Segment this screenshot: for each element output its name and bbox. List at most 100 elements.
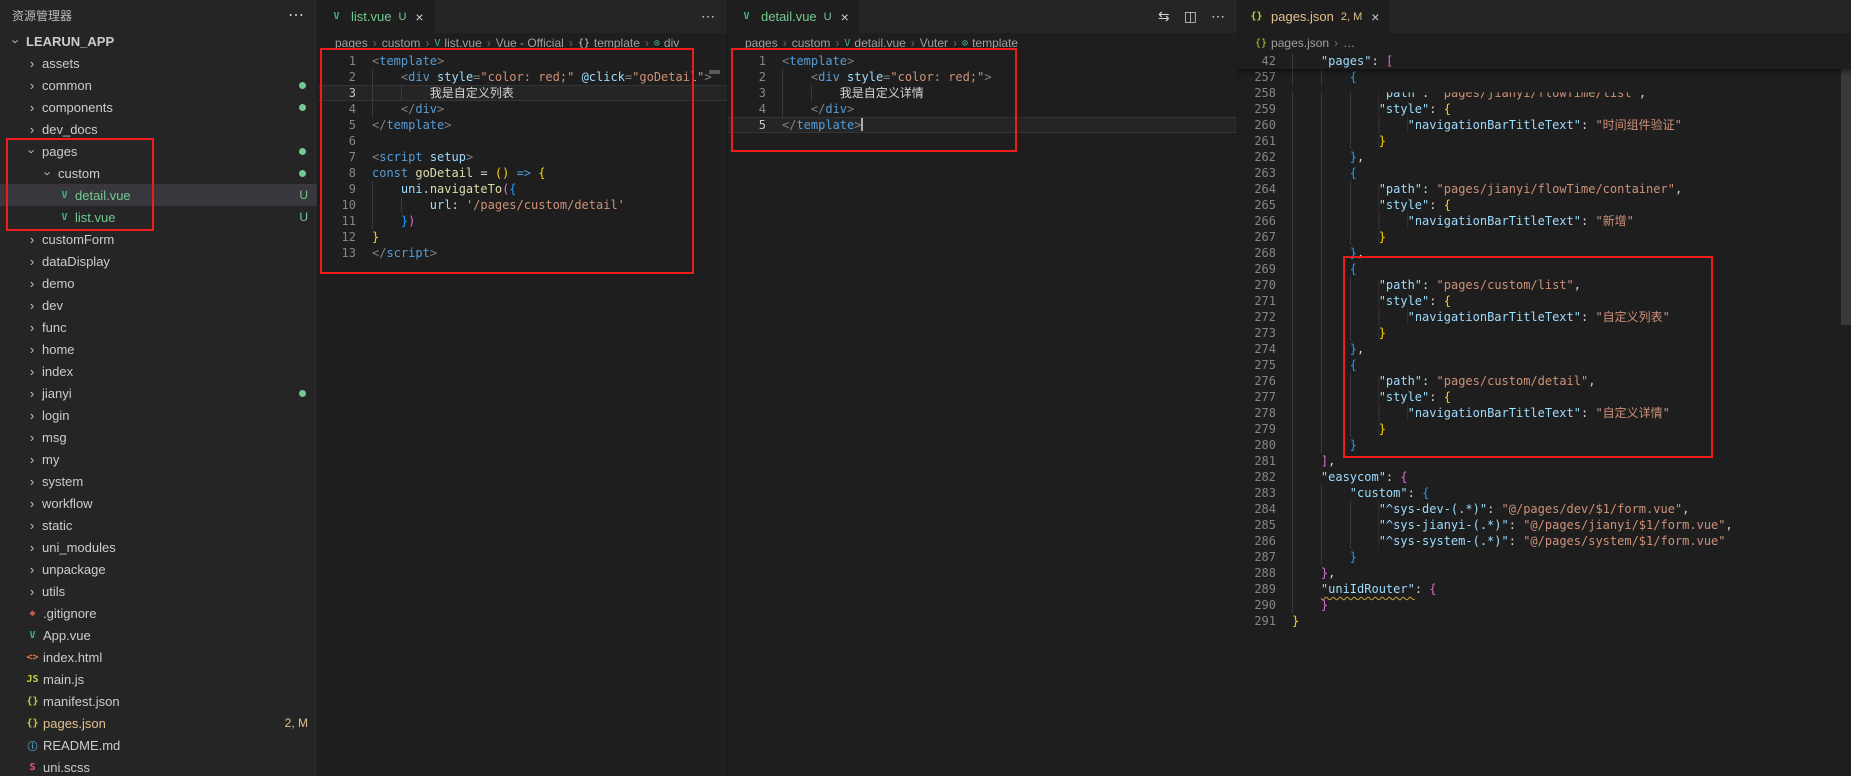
code-line-261[interactable]: 261} [1238,133,1851,149]
code-editor[interactable]: 42"pages": [ 257{258"path": "pages/jiany… [1238,53,1851,776]
breadcrumb-item-div[interactable]: ⊙div [654,36,679,50]
code-line-279[interactable]: 279} [1238,421,1851,437]
tree-item-main.js[interactable]: JSmain.js [0,668,317,690]
sticky-scroll-line[interactable]: 42"pages": [ [1238,53,1851,69]
code-line-275[interactable]: 275{ [1238,357,1851,373]
chevron-collapsed-icon[interactable]: › [24,408,40,423]
tree-item-jianyi[interactable]: ›jianyi [0,382,317,404]
breadcrumb-item-pages[interactable]: pages [745,36,778,50]
close-icon[interactable]: × [415,9,423,25]
code-line-281[interactable]: 281], [1238,453,1851,469]
tree-item-customForm[interactable]: ›customForm [0,228,317,250]
code-line-260[interactable]: 260"navigationBarTitleText": "时间组件验证" [1238,117,1851,133]
tree-item-pages[interactable]: ›pages [0,140,317,162]
code-line-269[interactable]: 269{ [1238,261,1851,277]
chevron-collapsed-icon[interactable]: › [24,342,40,357]
code-line-10[interactable]: 10url: '/pages/custom/detail' [318,197,727,213]
chevron-expanded-icon[interactable]: › [41,165,56,181]
chevron-collapsed-icon[interactable]: › [24,254,40,269]
chevron-collapsed-icon[interactable]: › [24,386,40,401]
chevron-collapsed-icon[interactable]: › [24,474,40,489]
tree-item-my[interactable]: ›my [0,448,317,470]
tree-item-msg[interactable]: ›msg [0,426,317,448]
code-line-289[interactable]: 289"uniIdRouter": { [1238,581,1851,597]
tab-list-vue[interactable]: V list.vue U × [318,0,434,33]
tree-item-dev[interactable]: ›dev [0,294,317,316]
code-line-258[interactable]: 258"path": "pages/jianyi/flowTime/list", [1238,85,1851,101]
tree-item-workflow[interactable]: ›workflow [0,492,317,514]
code-line-278[interactable]: 278"navigationBarTitleText": "自定义详情" [1238,405,1851,421]
tab-detail-vue[interactable]: V detail.vue U × [728,0,859,33]
breadcrumb-item-Vue - Official[interactable]: Vue - Official [496,36,564,50]
code-line-2[interactable]: 2<div style="color: red;" @click="goDeta… [318,69,727,85]
code-editor[interactable]: 1<template>2<div style="color: red;">3我是… [728,53,1237,776]
code-line-283[interactable]: 283"custom": { [1238,485,1851,501]
code-line-11[interactable]: 11}) [318,213,727,229]
code-line-3[interactable]: 3我是自定义列表 [318,85,727,101]
code-line-272[interactable]: 272"navigationBarTitleText": "自定义列表" [1238,309,1851,325]
breadcrumb-item-…[interactable]: … [1343,36,1355,50]
code-line-270[interactable]: 270"path": "pages/custom/list", [1238,277,1851,293]
code-line-284[interactable]: 284"^sys-dev-(.*)": "@/pages/dev/$1/form… [1238,501,1851,517]
code-line-290[interactable]: 290} [1238,597,1851,613]
tree-item-assets[interactable]: ›assets [0,52,317,74]
code-line-2[interactable]: 2<div style="color: red;"> [728,69,1237,85]
breadcrumb-item-list.vue[interactable]: Vlist.vue [434,36,481,50]
code-line-42[interactable]: 42"pages": [ [1238,53,1851,69]
breadcrumb-item-custom[interactable]: custom [382,36,421,50]
code-line-287[interactable]: 287} [1238,549,1851,565]
code-line-13[interactable]: 13</script> [318,245,727,261]
tree-item-detail.vue[interactable]: Vdetail.vueU [0,184,317,206]
chevron-collapsed-icon[interactable]: › [24,298,40,313]
chevron-collapsed-icon[interactable]: › [24,56,40,71]
breadcrumb-item-pages.json[interactable]: {}pages.json [1255,36,1329,50]
tree-item-README.md[interactable]: ⓘREADME.md [0,734,317,756]
close-icon[interactable]: × [841,9,849,25]
code-editor[interactable]: 1<template>2<div style="color: red;" @cl… [318,53,727,776]
tree-item-index.html[interactable]: <>index.html [0,646,317,668]
code-line-271[interactable]: 271"style": { [1238,293,1851,309]
tree-item-common[interactable]: ›common [0,74,317,96]
code-line-264[interactable]: 264"path": "pages/jianyi/flowTime/contai… [1238,181,1851,197]
breadcrumb-item-template[interactable]: ⊙template [962,36,1018,50]
chevron-collapsed-icon[interactable]: › [24,584,40,599]
more-actions-icon[interactable]: ⋯ [1211,8,1225,25]
code-line-5[interactable]: 5</template> [318,117,727,133]
tree-item-static[interactable]: ›static [0,514,317,536]
code-line-7[interactable]: 7<script setup> [318,149,727,165]
tree-item-uni_modules[interactable]: ›uni_modules [0,536,317,558]
more-actions-icon[interactable]: ⋯ [701,8,715,25]
chevron-collapsed-icon[interactable]: › [24,122,40,137]
breadcrumb-item-template[interactable]: {}template [578,36,640,50]
tree-item-custom[interactable]: ›custom [0,162,317,184]
code-line-8[interactable]: 8const goDetail = () => { [318,165,727,181]
code-line-12[interactable]: 12} [318,229,727,245]
code-line-265[interactable]: 265"style": { [1238,197,1851,213]
code-line-286[interactable]: 286"^sys-system-(.*)": "@/pages/system/$… [1238,533,1851,549]
tree-item-dev_docs[interactable]: ›dev_docs [0,118,317,140]
open-changes-icon[interactable]: ⇆ [1158,8,1170,25]
scrollbar-thumb[interactable] [1841,53,1851,325]
tree-item-uni.scss[interactable]: Suni.scss [0,756,317,776]
chevron-collapsed-icon[interactable]: › [24,232,40,247]
close-icon[interactable]: × [1371,9,1379,25]
chevron-collapsed-icon[interactable]: › [24,320,40,335]
code-line-4[interactable]: 4</div> [318,101,727,117]
chevron-collapsed-icon[interactable]: › [24,540,40,555]
chevron-expanded-icon[interactable]: › [9,33,24,49]
code-line-273[interactable]: 273} [1238,325,1851,341]
code-line-3[interactable]: 3我是自定义详情 [728,85,1237,101]
tree-item-home[interactable]: ›home [0,338,317,360]
breadcrumb-item-custom[interactable]: custom [792,36,831,50]
code-line-280[interactable]: 280} [1238,437,1851,453]
chevron-expanded-icon[interactable]: › [25,143,40,159]
more-actions-icon[interactable]: ⋯ [288,5,305,25]
tree-item-pages.json[interactable]: {}pages.json2, M [0,712,317,734]
code-line-4[interactable]: 4</div> [728,101,1237,117]
tree-item-func[interactable]: ›func [0,316,317,338]
breadcrumb-item-Vuter[interactable]: Vuter [920,36,948,50]
tree-item-LEARUN_APP[interactable]: ›LEARUN_APP [0,30,317,52]
code-line-282[interactable]: 282"easycom": { [1238,469,1851,485]
code-line-277[interactable]: 277"style": { [1238,389,1851,405]
code-line-285[interactable]: 285"^sys-jianyi-(.*)": "@/pages/jianyi/$… [1238,517,1851,533]
